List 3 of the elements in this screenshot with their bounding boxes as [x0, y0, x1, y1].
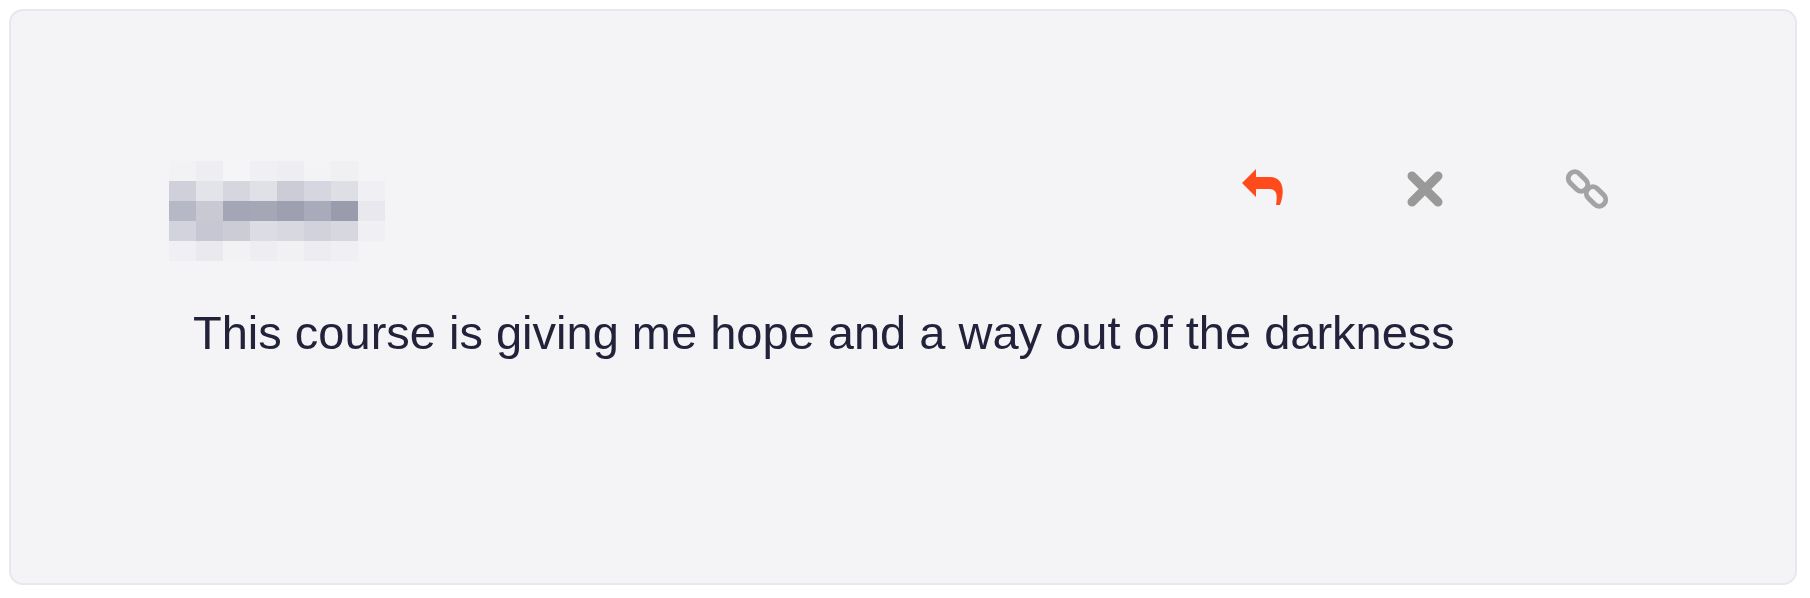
link-icon [1564, 166, 1610, 212]
close-icon [1405, 169, 1445, 209]
comment-text: This course is giving me hope and a way out of the darkness [193, 305, 1456, 361]
